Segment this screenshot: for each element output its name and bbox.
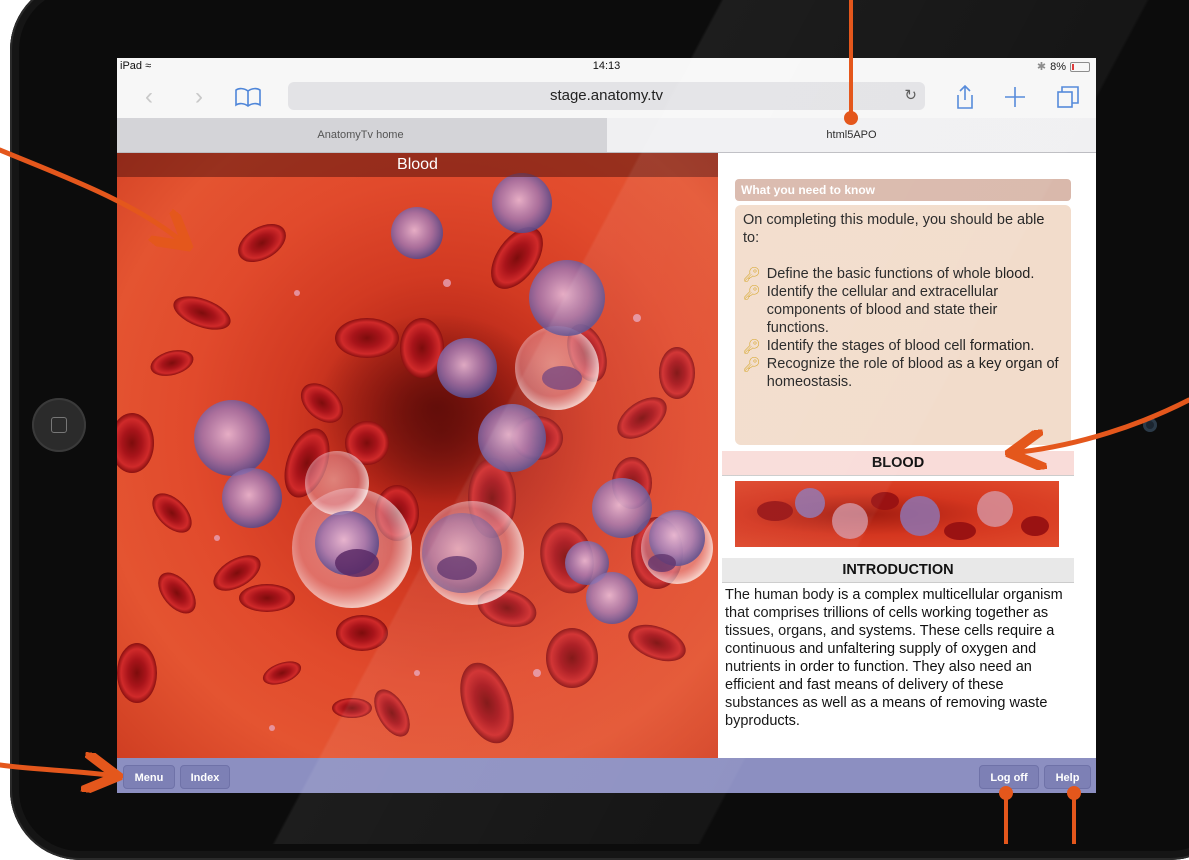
browser-toolbar: ‹ › stage.anatomy.tv ↻ bbox=[117, 76, 1096, 118]
home-button[interactable] bbox=[32, 398, 86, 452]
blood-thumbnail-image bbox=[757, 488, 1049, 540]
learning-objectives-box: On completing this module, you should be… bbox=[735, 205, 1071, 445]
blood-illustration[interactable]: Blood bbox=[117, 153, 718, 758]
new-tab-icon[interactable] bbox=[1002, 82, 1028, 112]
menu-button[interactable]: Menu bbox=[123, 765, 175, 789]
key-icon: 🔑︎ bbox=[743, 284, 761, 300]
bluetooth-icon: ✱ bbox=[1036, 61, 1047, 73]
camera-icon bbox=[1143, 418, 1157, 432]
url-text: stage.anatomy.tv bbox=[549, 87, 664, 104]
section-heading-blood: BLOOD bbox=[722, 451, 1074, 476]
tab-strip: AnatomyTv home × html5APO bbox=[117, 118, 1096, 153]
reload-icon[interactable]: ↻ bbox=[904, 86, 917, 104]
battery-percent: 8% bbox=[1050, 60, 1066, 73]
module-text-pane[interactable]: What you need to know On completing this… bbox=[722, 153, 1074, 758]
tabs-overview-icon[interactable] bbox=[1054, 82, 1082, 112]
status-time: 14:13 bbox=[592, 60, 621, 72]
url-bar[interactable]: stage.anatomy.tv ↻ bbox=[288, 82, 925, 110]
bookmarks-icon[interactable] bbox=[233, 82, 263, 112]
key-icon: 🔑︎ bbox=[743, 356, 761, 372]
objective-item: 🔑︎ Identify the cellular and extracellula… bbox=[743, 284, 999, 336]
log-off-button[interactable]: Log off bbox=[979, 765, 1039, 789]
blood-thumbnail[interactable] bbox=[735, 481, 1059, 547]
objective-item: 🔑︎ Recognize the role of blood as a key o… bbox=[743, 356, 1059, 390]
pane-title: Blood bbox=[117, 153, 718, 177]
introduction-text: The human body is a complex multicellula… bbox=[725, 587, 1063, 729]
back-icon[interactable]: ‹ bbox=[139, 82, 159, 112]
key-icon: 🔑︎ bbox=[743, 266, 761, 282]
battery-icon bbox=[1070, 61, 1090, 72]
help-button[interactable]: Help bbox=[1044, 765, 1091, 789]
tab-anatomytv-home[interactable]: AnatomyTv home bbox=[117, 118, 604, 152]
forward-icon[interactable]: › bbox=[189, 82, 209, 112]
section-heading-introduction: INTRODUCTION bbox=[722, 558, 1074, 583]
what-you-need-to-know-heading: What you need to know bbox=[735, 179, 1071, 201]
status-bar: iPad ≈ 14:13 ✱ 8% bbox=[117, 58, 1096, 76]
objective-item: 🔑︎ Define the basic functions of whole bl… bbox=[743, 266, 1035, 282]
blood-cells-image bbox=[117, 173, 713, 744]
app-content: Blood What you need to know On completin… bbox=[117, 153, 1096, 758]
tab-html5apo[interactable]: html5APO bbox=[607, 118, 1096, 152]
bottom-toolbar: Menu Index Log off Help bbox=[117, 758, 1096, 793]
ipad-screen: iPad ≈ 14:13 ✱ 8% ‹ › stage.anatomy.tv ↻ … bbox=[117, 58, 1096, 793]
index-button[interactable]: Index bbox=[180, 765, 230, 789]
share-icon[interactable] bbox=[952, 82, 978, 112]
objectives-intro: On completing this module, you should be… bbox=[743, 212, 1045, 246]
key-icon: 🔑︎ bbox=[743, 338, 761, 354]
objective-item: 🔑︎ Identify the stages of blood cell form… bbox=[743, 338, 1035, 354]
